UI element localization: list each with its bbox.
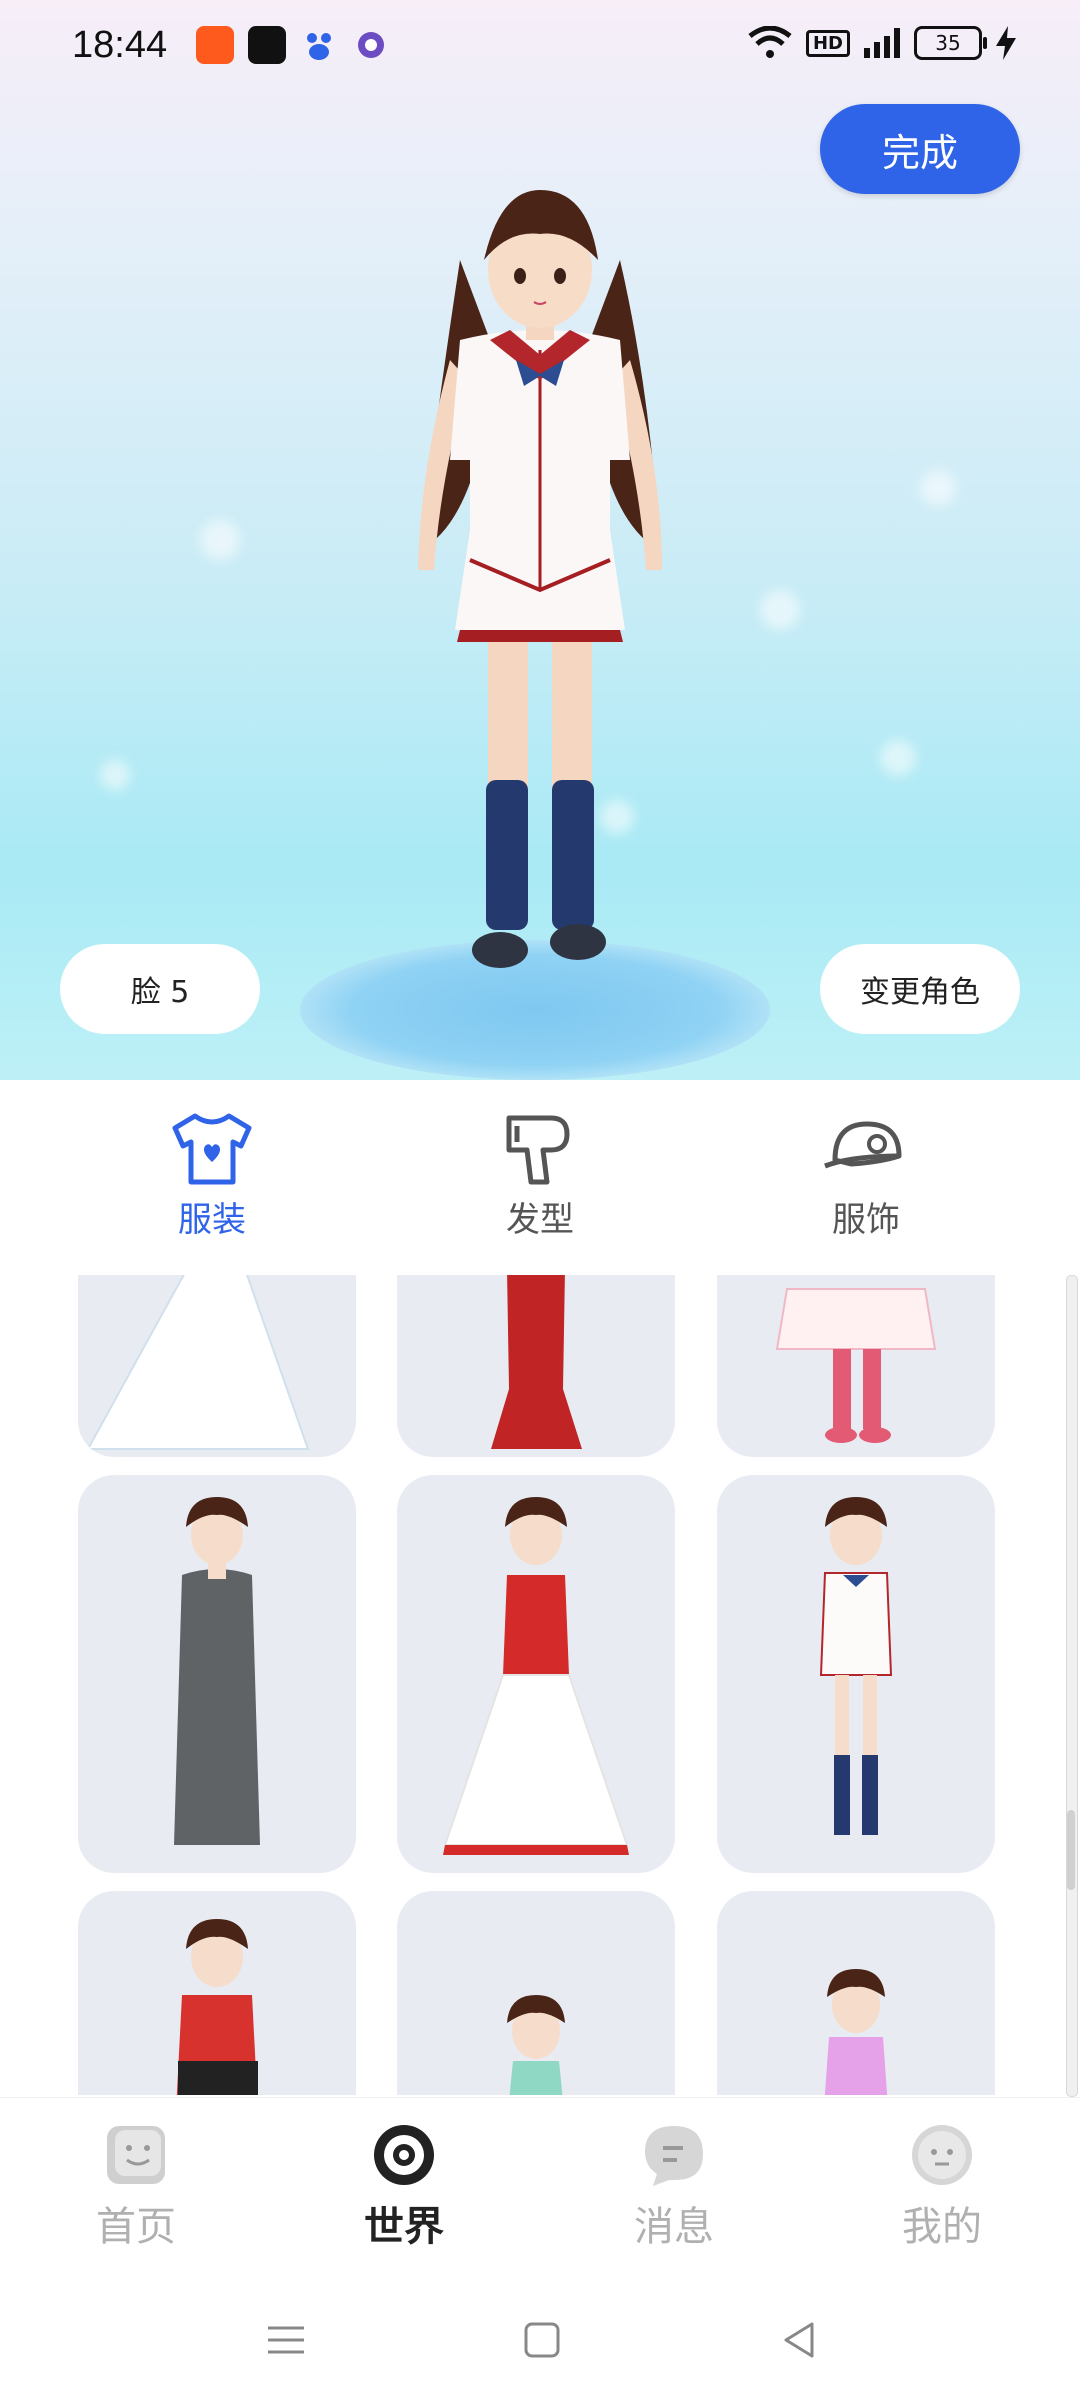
- cap-icon: [824, 1121, 902, 1169]
- status-time: 18:44: [72, 24, 168, 66]
- outfit-card[interactable]: [397, 1891, 675, 2095]
- hd-badge: HD: [805, 29, 850, 57]
- outfit-card[interactable]: [78, 1275, 356, 1457]
- nav-messages[interactable]: 消息: [594, 2120, 754, 2252]
- tab-clothing[interactable]: 服装: [112, 1110, 312, 1241]
- home-face-icon: [107, 2126, 165, 2184]
- gray-nun-dress-preview: [174, 1497, 260, 1845]
- charging-icon: [996, 26, 1016, 60]
- nav-world-label: 世界: [364, 2204, 444, 2250]
- nav-home[interactable]: 首页: [56, 2120, 216, 2252]
- outfit-card[interactable]: [397, 1275, 675, 1457]
- tshirt-icon: [172, 1113, 252, 1185]
- outfit-card[interactable]: [397, 1475, 675, 1873]
- pink-outfit-preview: [824, 1969, 888, 2095]
- white-gown-preview: [86, 1275, 310, 1450]
- red-mermaid-dress-preview: [491, 1275, 582, 1449]
- wifi-icon: [748, 26, 792, 58]
- tab-accessories[interactable]: 服饰: [766, 1110, 966, 1241]
- nav-profile-label: 我的: [902, 2204, 982, 2250]
- red-checkered-outfit-preview: [176, 1919, 258, 2095]
- character-model: [418, 190, 662, 968]
- outfit-card[interactable]: [717, 1475, 995, 1873]
- profile-face-icon: [912, 2125, 972, 2185]
- face-select-button[interactable]: 脸 5: [60, 944, 260, 1034]
- outfit-grid: [0, 1275, 1080, 2095]
- red-white-ball-gown-preview: [443, 1497, 629, 1855]
- outfit-card[interactable]: [78, 1475, 356, 1873]
- nav-messages-label: 消息: [634, 2204, 714, 2250]
- nav-world[interactable]: 世界: [324, 2120, 484, 2252]
- hair-dryer-icon: [506, 1115, 570, 1185]
- grid-scrollbar-thumb[interactable]: [1067, 1810, 1075, 1890]
- status-bar: 18:44 HD 35: [0, 0, 1080, 96]
- tab-clothing-label: 服装: [178, 1200, 246, 1240]
- signal-icon: [864, 28, 900, 58]
- nav-home-label: 首页: [96, 2204, 176, 2250]
- done-button[interactable]: 完成: [820, 104, 1020, 194]
- home-square-icon[interactable]: [512, 2310, 572, 2370]
- category-tabs: 服装 发型 服饰: [0, 1080, 1080, 1260]
- bottom-nav: 首页 世界 消息 我的: [0, 2097, 1080, 2278]
- outfit-card[interactable]: [717, 1275, 995, 1457]
- world-ring-icon: [374, 2125, 434, 2185]
- kuaishou-icon: [196, 26, 234, 64]
- tab-accessories-label: 服饰: [832, 1200, 900, 1240]
- nav-profile[interactable]: 我的: [862, 2120, 1022, 2252]
- tab-hairstyle[interactable]: 发型: [440, 1110, 640, 1241]
- chat-bubble-icon: [352, 26, 390, 64]
- change-role-button[interactable]: 变更角色: [820, 944, 1020, 1034]
- mint-outfit-preview: [507, 1995, 565, 2095]
- pink-ruffle-dress-preview: [775, 1288, 937, 1443]
- message-bubble-icon: [645, 2126, 703, 2186]
- grid-scrollbar[interactable]: [1066, 1275, 1078, 2097]
- outfit-card[interactable]: [78, 1891, 356, 2095]
- white-school-uniform-preview: [819, 1497, 893, 1835]
- outfit-card[interactable]: [717, 1891, 995, 2095]
- tab-hairstyle-label: 发型: [506, 1200, 574, 1240]
- menu-icon[interactable]: [256, 2310, 316, 2370]
- back-triangle-icon[interactable]: [770, 2310, 830, 2370]
- baidu-icon: [300, 26, 338, 64]
- tiktok-icon: [248, 26, 286, 64]
- battery-icon: 35: [914, 26, 987, 60]
- system-nav-bar: [0, 2280, 1080, 2400]
- avatar-scene[interactable]: 18:44 HD 35 完成 脸 5 变更角色: [0, 0, 1080, 1080]
